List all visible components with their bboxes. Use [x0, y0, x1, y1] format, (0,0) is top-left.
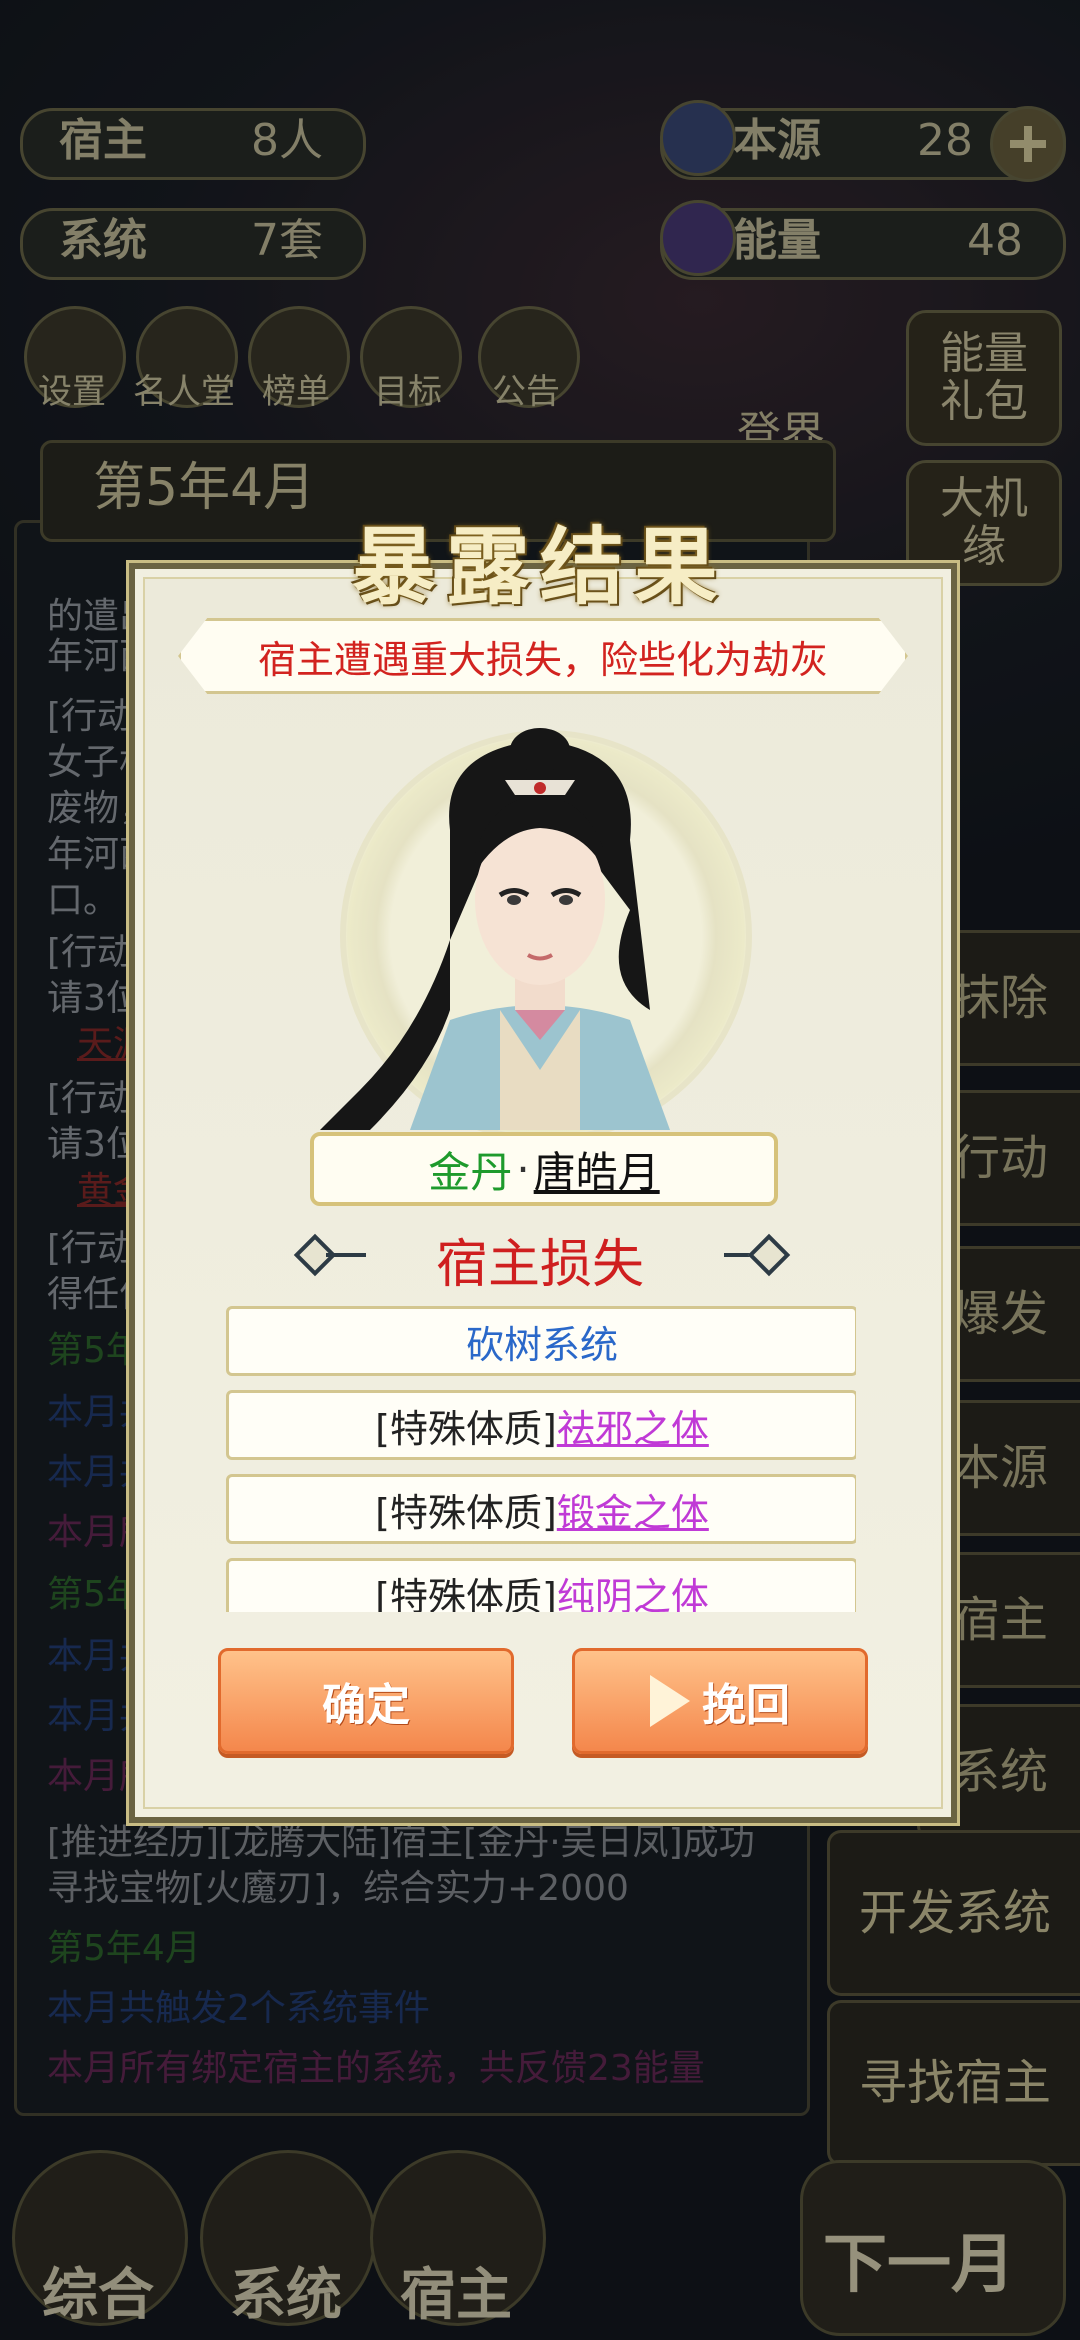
loss-item-trait[interactable]: 锻金之体 [557, 1482, 709, 1537]
confirm-label: 确定 [322, 1680, 410, 1731]
recover-button[interactable]: 挽回 [572, 1648, 868, 1754]
character-illustration [320, 728, 670, 1130]
loss-item-system[interactable]: 砍树系统 [466, 1314, 618, 1369]
loss-section-title: 宿主损失 [435, 1235, 644, 1295]
recover-label: 挽回 [702, 1680, 790, 1731]
loss-item: [特殊体质] 纯阴之体 [226, 1558, 856, 1612]
loss-item-trait[interactable]: 祛邪之体 [557, 1398, 709, 1453]
play-video-icon [650, 1675, 690, 1727]
loss-item: 砍树系统 [226, 1306, 856, 1376]
dialog-title: 暴露结果 [351, 517, 728, 616]
result-banner: 宿主遭遇重大损失，险些化为劫灰 [178, 618, 908, 694]
confirm-button[interactable]: 确定 [218, 1648, 514, 1754]
character-realm: 金丹 [428, 1147, 513, 1197]
loss-item: [特殊体质] 祛邪之体 [226, 1390, 856, 1460]
loss-item-prefix: [特殊体质] [375, 1406, 557, 1451]
character-name[interactable]: 唐皓月 [534, 1139, 660, 1200]
loss-item-list[interactable]: 砍树系统 [特殊体质] 祛邪之体 [特殊体质] 锻金之体 [特殊体质] 纯阴之体 [224, 1304, 856, 1612]
result-banner-text: 宿主遭遇重大损失，险些化为劫灰 [257, 637, 828, 682]
character-name-plate: 金丹 · 唐皓月 [310, 1132, 778, 1206]
name-separator: · [516, 1144, 530, 1194]
loss-item: [特殊体质] 锻金之体 [226, 1474, 856, 1544]
loss-item-trait[interactable]: 纯阴之体 [557, 1566, 709, 1613]
loss-item-prefix: [特殊体质] [375, 1490, 557, 1535]
character-portrait [300, 710, 780, 1142]
loss-item-prefix: [特殊体质] [375, 1574, 557, 1613]
